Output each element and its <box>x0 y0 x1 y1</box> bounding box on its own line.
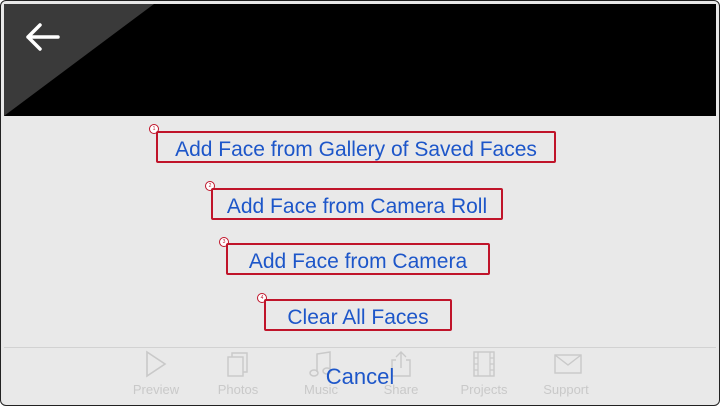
tab-label: Preview <box>132 382 180 397</box>
tab-label: Projects <box>460 382 508 397</box>
app-frame: Preview Photos Music Share Projects Supp… <box>0 0 720 406</box>
envelope-icon <box>554 354 582 374</box>
tab-photos[interactable]: Photos <box>203 348 273 404</box>
add-face-gallery-button[interactable]: Add Face from Gallery of Saved Faces <box>156 131 556 163</box>
tab-support[interactable]: Support <box>531 348 601 404</box>
tab-label: Photos <box>217 382 259 397</box>
tab-projects[interactable]: Projects <box>449 348 519 404</box>
add-face-camera-roll-button[interactable]: Add Face from Camera Roll <box>211 188 503 220</box>
film-icon <box>473 351 495 377</box>
photos-icon <box>227 352 248 377</box>
top-bar <box>4 4 716 116</box>
back-button[interactable] <box>22 20 62 54</box>
tab-label: Support <box>543 382 589 397</box>
play-icon <box>146 350 167 378</box>
action-sheet: Preview Photos Music Share Projects Supp… <box>4 116 716 403</box>
add-face-camera-button[interactable]: Add Face from Camera <box>226 243 490 275</box>
tab-preview[interactable]: Preview <box>121 348 191 404</box>
arrow-left-icon <box>26 23 60 51</box>
clear-all-faces-button[interactable]: Clear All Faces <box>264 299 452 331</box>
cancel-button[interactable]: Cancel <box>284 356 436 396</box>
